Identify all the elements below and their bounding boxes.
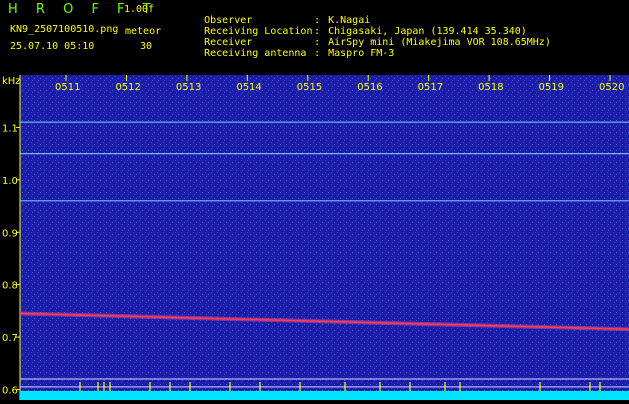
mode-value: 30 bbox=[140, 41, 153, 52]
mode-label: meteor bbox=[125, 26, 162, 37]
x-tick-label: 0514 bbox=[236, 82, 261, 93]
y-axis: kHz 1.1 1.0 0.9 0.8 0.7 0.6 bbox=[2, 75, 21, 400]
x-tick-label: 0519 bbox=[539, 82, 564, 93]
datetime-label: 25.07.10 05:10 bbox=[10, 41, 95, 52]
spectrogram: kHz 1.1 1.0 0.9 0.8 0.7 0.6 0511 0512 0513 0514 05… bbox=[0, 75, 629, 400]
x-tick-label: 0512 bbox=[115, 82, 140, 93]
x-tick-label: 0520 bbox=[599, 82, 624, 93]
header-panel: H R O F F T 1.00f KN9_2507100510.png met… bbox=[0, 0, 629, 75]
meta-value: Maspro FM-3 bbox=[328, 48, 395, 59]
x-tick-label: 0513 bbox=[176, 82, 201, 93]
y-tick-label: 0.9 bbox=[2, 228, 18, 239]
spectrogram-background bbox=[20, 75, 629, 400]
filename-label: KN9_2507100510.png bbox=[10, 24, 119, 35]
y-tick-label: 0.8 bbox=[2, 281, 18, 292]
x-tick-label: 0517 bbox=[418, 82, 443, 93]
y-axis-label: kHz bbox=[2, 76, 21, 87]
meta-antenna: Receiving antenna: Maspro FM-3 bbox=[180, 37, 394, 70]
meta-key: Receiving antenna bbox=[204, 48, 307, 59]
x-tick-label: 0511 bbox=[55, 82, 80, 93]
y-tick-label: 1.1 bbox=[2, 123, 18, 134]
y-tick-label: 0.6 bbox=[2, 386, 18, 397]
spectrogram-svg: kHz 1.1 1.0 0.9 0.8 0.7 0.6 0511 0512 0513 0514 05… bbox=[2, 75, 629, 400]
x-tick-label: 0518 bbox=[478, 82, 503, 93]
y-tick-label: 0.7 bbox=[2, 333, 18, 344]
y-tick-label: 1.0 bbox=[2, 176, 18, 187]
x-tick-label: 0516 bbox=[357, 82, 382, 93]
x-tick-label: 0515 bbox=[297, 82, 322, 93]
meta-separator: : bbox=[314, 48, 321, 59]
version-label: 1.00f bbox=[124, 4, 155, 15]
noise-floor-band bbox=[20, 391, 629, 400]
